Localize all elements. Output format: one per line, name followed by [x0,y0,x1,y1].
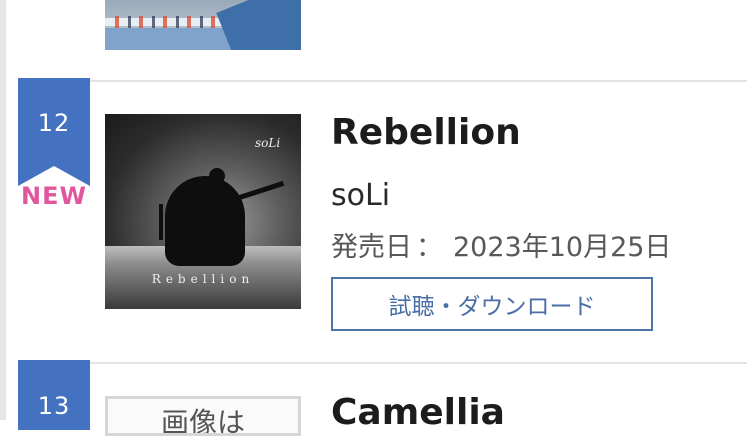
new-badge: NEW [21,182,87,210]
release-date: 発売日： 2023年10月25日 [331,225,671,264]
album-cover[interactable]: soLi Rebellion [105,114,301,309]
release-date-value: 2023年10月25日 [453,232,672,263]
rank-number: 13 [37,392,71,420]
row-divider [18,362,747,364]
track-title[interactable]: Camellia [331,392,505,433]
artist-name[interactable]: soLi [331,178,390,213]
placeholder-text: 画像は [160,406,245,436]
previous-entry-thumbnail[interactable] [105,0,301,50]
image-placeholder-thumbnail[interactable]: 画像は [105,396,301,436]
cover-logo: soLi [255,136,281,150]
cover-title: Rebellion [151,272,255,286]
left-rule [0,0,6,420]
band-silhouette [159,168,285,266]
release-label: 発売日 [331,232,412,263]
rank-number: 12 [37,109,71,137]
track-title[interactable]: Rebellion [331,112,521,153]
release-separator: ： [416,232,443,263]
row-divider [18,80,747,82]
listen-download-button[interactable]: 試聴・ダウンロード [331,277,653,331]
